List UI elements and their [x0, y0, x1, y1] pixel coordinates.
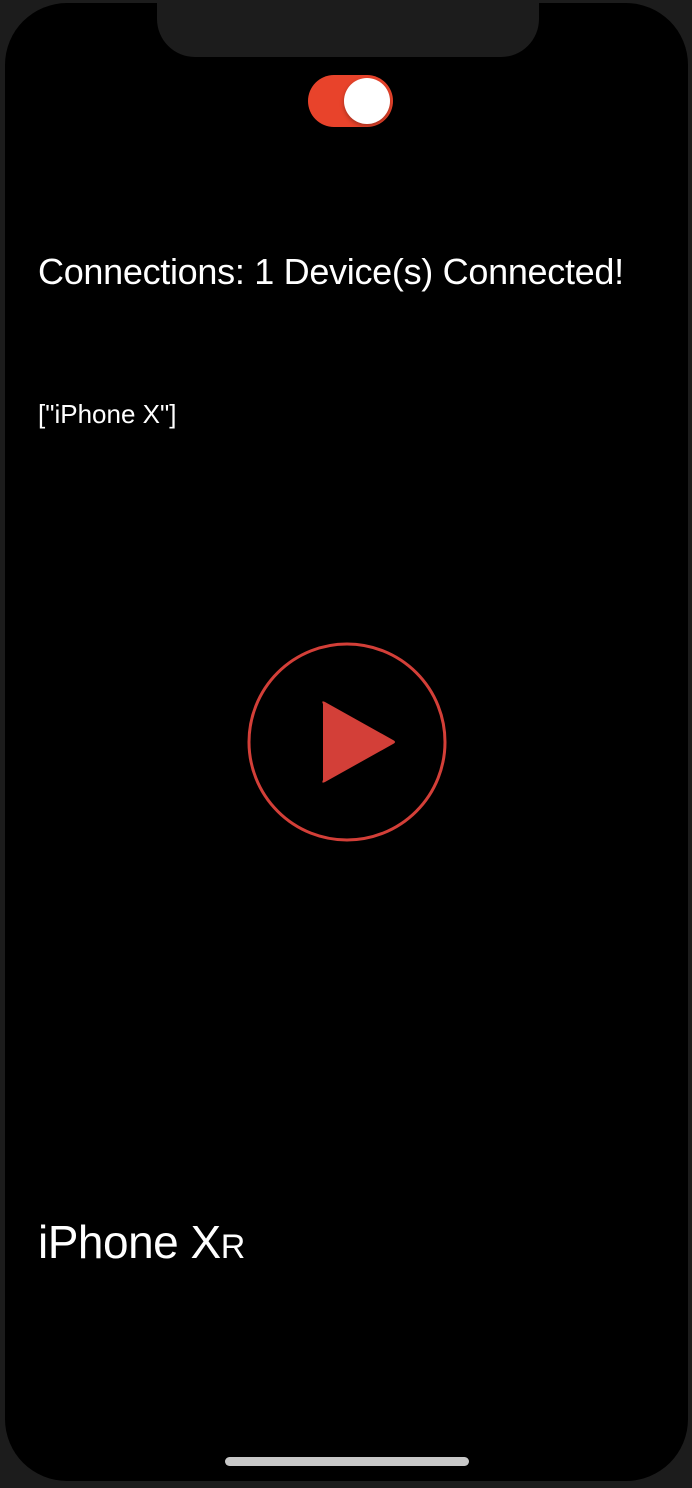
device-name-label: iPhone XR: [38, 1215, 245, 1269]
connected-peers-label: ["iPhone X"]: [38, 399, 177, 429]
toggle-knob[interactable]: [344, 78, 390, 124]
device-name-main: iPhone X: [38, 1216, 221, 1268]
connection-toggle[interactable]: [308, 75, 393, 127]
phone-screen: Connections: 1 Device(s) Connected! ["iP…: [5, 3, 688, 1481]
play-icon: [247, 642, 447, 842]
connections-status-label: Connections: 1 Device(s) Connected!: [38, 251, 624, 292]
play-button[interactable]: [247, 642, 447, 842]
home-indicator[interactable]: [225, 1457, 469, 1466]
device-name-suffix: R: [220, 1228, 246, 1266]
notch: [157, 3, 539, 57]
